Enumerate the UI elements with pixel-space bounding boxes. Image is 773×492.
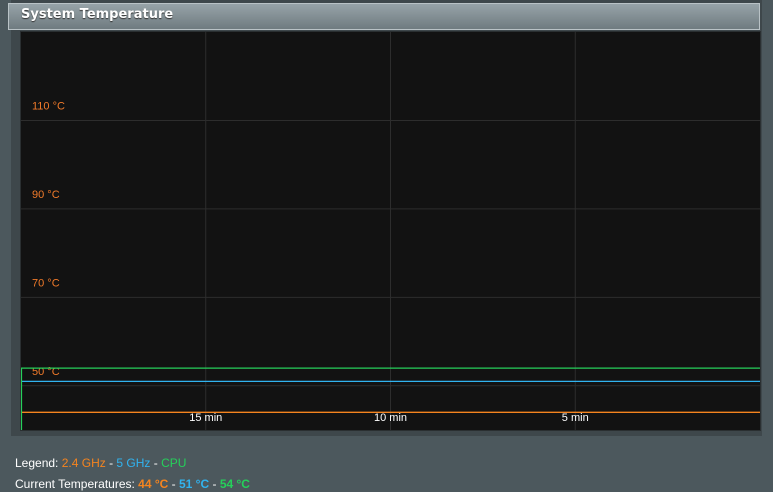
- current-cpu: 54 °C: [219, 477, 250, 491]
- x-tick-label: 10 min: [374, 412, 407, 424]
- legend-2-4ghz: 2.4 GHz: [61, 456, 106, 470]
- x-tick-label: 5 min: [562, 412, 589, 424]
- y-tick-label: 90 °C: [32, 189, 60, 201]
- current-sep-1: -: [168, 477, 179, 491]
- current-2-4ghz: 44 °C: [138, 477, 169, 491]
- legend-prefix: Legend:: [15, 456, 62, 470]
- current-sep-2: -: [209, 477, 220, 491]
- chart-svg: 50 °C70 °C90 °C110 °C15 min 10 min 5 min: [21, 32, 760, 430]
- legend-cpu: CPU: [161, 456, 187, 470]
- current-prefix: Current Temperatures:: [15, 477, 139, 491]
- legend-row: Legend: 2.4 GHz - 5 GHz - CPU: [15, 456, 186, 470]
- current-temperatures-row: Current Temperatures: 44 °C - 51 °C - 54…: [15, 477, 250, 491]
- legend-sep-1: -: [105, 456, 117, 470]
- legend-sep-2: -: [150, 456, 162, 470]
- panel-title: System Temperature: [21, 7, 174, 22]
- current-5ghz: 51 °C: [179, 477, 210, 491]
- y-tick-label: 70 °C: [32, 277, 60, 289]
- y-tick-label: 110 °C: [32, 100, 65, 112]
- temperature-chart: 50 °C 70 °C 90 °C 110 °C 15 min 10 min 5 min: [20, 31, 761, 431]
- legend-5ghz: 5 GHz: [116, 456, 151, 470]
- x-tick-label: 15 min: [189, 412, 222, 424]
